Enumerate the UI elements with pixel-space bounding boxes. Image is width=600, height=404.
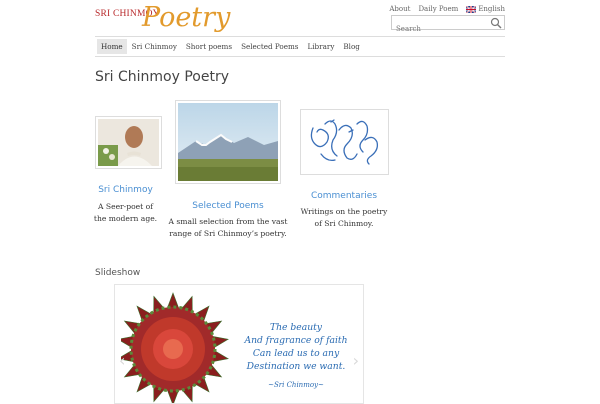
nav-item-short-poems[interactable]: Short poems bbox=[182, 39, 236, 54]
slideshow: ‹ › The beauty And fragrance of faith Ca… bbox=[114, 284, 364, 404]
page-title: Sri Chinmoy Poetry bbox=[95, 69, 229, 85]
nav-item-library[interactable]: Library bbox=[303, 39, 338, 54]
card-desc-selected-poems: A small selection from the vast range of… bbox=[164, 216, 292, 240]
site-logo[interactable]: SRI CHINMOY Poetry bbox=[95, 2, 230, 35]
slide-quote-line: Destination we want. bbox=[246, 361, 346, 372]
search-icon[interactable] bbox=[490, 17, 502, 29]
slide-quote-line: The beauty bbox=[270, 322, 322, 333]
nav-item-selected-poems[interactable]: Selected Poems bbox=[237, 39, 302, 54]
nav-item-sri-chinmoy[interactable]: Sri Chinmoy bbox=[128, 39, 181, 54]
card-desc-line: range of Sri Chinmoy’s poetry. bbox=[169, 229, 287, 238]
language-link[interactable]: English bbox=[466, 5, 505, 13]
nav-item-home[interactable]: Home bbox=[97, 39, 127, 54]
slide-quote-line: Can lead us to any bbox=[252, 348, 340, 359]
card-desc-line: A Seer-poet of bbox=[97, 202, 154, 211]
mountain-landscape-illustration bbox=[178, 103, 278, 181]
card-desc-sri-chinmoy: A Seer-poet of the modern age. bbox=[88, 201, 163, 225]
slide-quote-line: And fragrance of faith bbox=[244, 335, 348, 346]
portrait-image[interactable] bbox=[95, 116, 162, 169]
search-box bbox=[391, 15, 505, 36]
card-desc-commentaries: Writings on the poetry of Sri Chinmoy. bbox=[291, 206, 397, 230]
language-label: English bbox=[478, 5, 505, 13]
search-input[interactable] bbox=[392, 22, 492, 36]
bird-drawing-image[interactable] bbox=[300, 109, 389, 175]
card-desc-line: of Sri Chinmoy. bbox=[314, 219, 374, 228]
slideshow-heading: Slideshow bbox=[95, 268, 141, 278]
card-link-sri-chinmoy[interactable]: Sri Chinmoy bbox=[88, 185, 163, 195]
logo-big-text: Poetry bbox=[142, 2, 231, 33]
card-link-commentaries[interactable]: Commentaries bbox=[296, 191, 392, 201]
slide-quote: The beauty And fragrance of faith Can le… bbox=[237, 321, 355, 392]
slideshow-prev-arrow-icon[interactable]: ‹ bbox=[119, 351, 125, 370]
slide-signature: ~Sri Chinmoy~ bbox=[268, 381, 324, 389]
card-desc-line: A small selection from the vast bbox=[168, 217, 288, 226]
landscape-image[interactable] bbox=[175, 100, 281, 184]
about-link[interactable]: About bbox=[389, 5, 410, 13]
top-links: About Daily Poem English bbox=[389, 5, 505, 13]
card-desc-line: the modern age. bbox=[93, 214, 158, 223]
daily-poem-link[interactable]: Daily Poem bbox=[418, 5, 458, 13]
bird-drawing-illustration bbox=[301, 110, 388, 174]
card-desc-line: Writings on the poetry bbox=[300, 207, 388, 216]
card-link-selected-poems[interactable]: Selected Poems bbox=[170, 201, 286, 211]
nav-item-blog[interactable]: Blog bbox=[339, 39, 364, 54]
uk-flag-icon bbox=[466, 5, 477, 13]
portrait-illustration bbox=[98, 119, 159, 166]
flower-slide-image bbox=[121, 292, 229, 403]
main-navigation: Home Sri Chinmoy Short poems Selected Po… bbox=[95, 36, 505, 57]
